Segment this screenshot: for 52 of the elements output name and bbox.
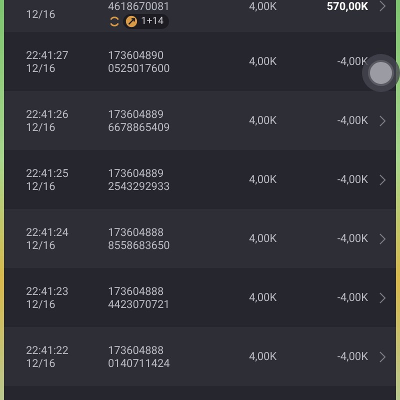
round-id-text: 6678865409 [108,120,170,134]
chevron-right-icon[interactable] [378,0,386,12]
win-amount: -4,00K [337,350,368,363]
date-text: 12/16 [26,180,56,192]
time-text: 22:41:25 [26,166,68,180]
chevron-right-icon[interactable] [378,114,386,126]
bet-amount: 4,00K [248,55,277,68]
round-id-text: 0140711424 [108,356,170,370]
history-row[interactable]: 12/16 4618670081 1+14 4,00K 570,00K [4,0,396,32]
chevron-right-icon[interactable] [378,232,386,244]
win-amount: -4,00K [337,291,368,304]
date-text: 12/16 [26,356,56,370]
round-id-text: 173604888 [108,284,164,298]
round-id-text: 173604889 [108,166,164,180]
time-text: 22:41:22 [26,344,68,356]
history-row[interactable]: 22:41:26 12/16 173604889 6678865409 4,00K -4,00K [4,91,396,150]
win-amount: 570,00K [326,0,368,13]
round-id-text: 8558683650 [108,238,170,252]
chevron-right-icon[interactable] [378,292,386,304]
bet-amount: 4,00K [248,114,277,127]
date-text: 12/16 [26,62,56,74]
time-text: 22:41:27 [26,48,68,62]
date-text: 12/16 [26,298,56,310]
win-amount: -4,00K [337,114,368,127]
win-amount: -4,00K [337,232,368,245]
round-id-text: 173604890 [108,48,164,62]
bet-amount: 4,00K [248,232,277,245]
time-text: 22:41:26 [26,108,68,120]
win-amount: -4,00K [337,55,368,68]
history-row[interactable]: 22:41:22 12/16 173604888 0140711424 4,00K -4,00K [4,327,396,386]
time-text: 22:41:24 [26,226,68,238]
refresh-icon [108,15,121,28]
round-id-text: 0525017600 [108,62,170,74]
round-id-text: 173604889 [108,108,164,120]
chevron-right-icon[interactable] [378,350,386,362]
bet-amount: 4,00K [248,173,277,186]
time-text: 22:41:23 [26,284,68,298]
round-id-text: 2543292933 [108,180,170,192]
bet-amount: 4,00K [248,0,277,13]
bet-amount: 4,00K [248,291,277,304]
win-amount: -4,00K [337,173,368,186]
round-id-text: 173604888 [108,226,164,238]
history-row[interactable]: 22:41:24 12/16 173604888 8558683650 4,00K -4,00K [4,209,396,268]
round-id-text: 4618670081 [108,0,170,13]
date-text: 12/16 [26,120,56,134]
multiplier-badge: 1+14 [123,14,169,29]
date-text: 12/16 [26,238,56,252]
round-id-text: 4423070721 [108,298,170,310]
bet-amount: 4,00K [248,350,277,363]
chevron-right-icon[interactable] [378,174,386,186]
date-text: 12/16 [26,8,56,21]
round-id-text: 173604888 [108,344,164,356]
